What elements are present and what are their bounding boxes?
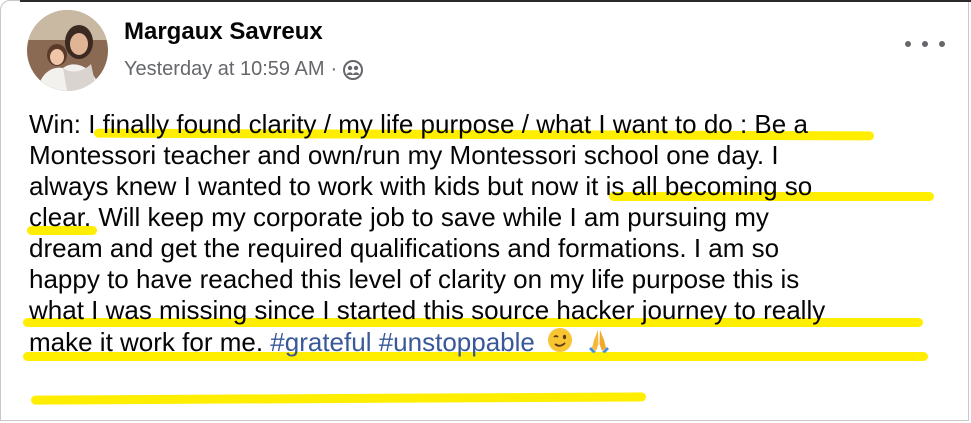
post-line: clear. Will keep my corporate job to sav…	[29, 202, 769, 232]
meta-separator: ·	[330, 58, 338, 80]
folded-hands-icon	[585, 326, 613, 354]
friends-icon[interactable]	[343, 59, 364, 80]
post-timestamp[interactable]: Yesterday at 10:59 AM	[124, 58, 325, 81]
post-line: Win: I finally found clarity / my life p…	[29, 109, 808, 139]
top-divider	[20, 0, 971, 2]
post-meta: Yesterday at 10:59 AM ·	[124, 58, 364, 81]
more-options-icon[interactable]	[905, 32, 945, 56]
hashtag-grateful[interactable]: #grateful	[270, 327, 371, 357]
avatar[interactable]	[27, 10, 108, 91]
post-line: happy to have reached this level of clar…	[29, 264, 800, 294]
winking-face-icon	[546, 326, 574, 354]
post-line: make it work for me.	[29, 327, 264, 357]
post-line-last: make it work for me. #grateful #unstoppa…	[29, 326, 613, 358]
post-line: Montessori teacher and own/run my Montes…	[29, 140, 779, 170]
post-line: what I was missing since I started this …	[29, 295, 826, 325]
author-name[interactable]: Margaux Savreux	[124, 18, 323, 46]
post-line: always knew I wanted to work with kids b…	[29, 171, 813, 201]
post-line: dream and get the required qualification…	[29, 233, 780, 263]
hashtag-unstoppable[interactable]: #unstoppable	[379, 327, 535, 357]
